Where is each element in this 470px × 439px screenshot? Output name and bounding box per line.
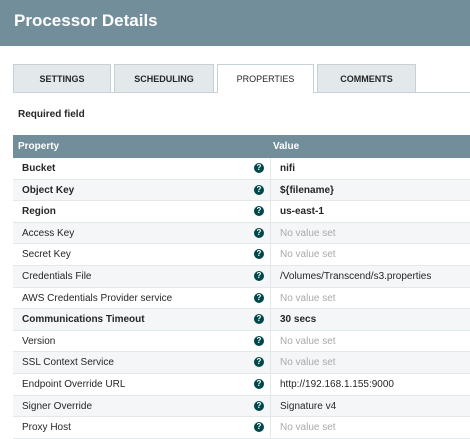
- tab-comments[interactable]: COMMENTS: [317, 64, 416, 92]
- table-row[interactable]: Credentials File? /Volumes/Transcend/s3.p…: [13, 265, 470, 288]
- property-value[interactable]: ${filename}: [280, 185, 334, 196]
- table-row[interactable]: AWS Credentials Provider service? No valu…: [13, 287, 470, 310]
- help-icon[interactable]: ?: [254, 206, 264, 217]
- table-row[interactable]: Access Key? No value set: [13, 222, 470, 245]
- help-icon[interactable]: ?: [254, 270, 264, 281]
- table-row[interactable]: Communications Timeout? 30 secs: [13, 309, 470, 331]
- property-name: Access Key: [22, 227, 75, 239]
- tab-properties[interactable]: PROPERTIES: [217, 64, 314, 93]
- tab-bar: SETTINGS SCHEDULING PROPERTIES COMMENTS: [13, 64, 470, 93]
- column-divider: [270, 417, 271, 438]
- property-name: Signer Override: [22, 400, 93, 412]
- table-row[interactable]: SSL Context Service? No value set: [13, 352, 470, 374]
- column-divider: [270, 158, 271, 179]
- required-field-legend: Required field: [18, 109, 85, 120]
- column-divider: [270, 287, 271, 309]
- tab-settings[interactable]: SETTINGS: [13, 64, 111, 92]
- property-name: Endpoint Override URL: [22, 378, 126, 390]
- property-value[interactable]: No value set: [280, 249, 336, 260]
- help-icon[interactable]: ?: [254, 249, 264, 260]
- table-row[interactable]: Secret Key? No value set: [13, 244, 470, 266]
- column-divider: [270, 222, 271, 244]
- property-name: Bucket: [22, 163, 56, 174]
- help-icon[interactable]: ?: [254, 227, 264, 238]
- column-divider: [270, 373, 271, 395]
- column-divider: [270, 244, 271, 265]
- help-icon[interactable]: ?: [254, 314, 264, 325]
- property-value[interactable]: Signature v4: [280, 401, 336, 412]
- table-row[interactable]: Region? us-east-1: [13, 201, 470, 223]
- property-name: Region: [22, 206, 56, 218]
- column-header-property[interactable]: Property: [18, 141, 59, 152]
- help-icon[interactable]: ?: [254, 357, 264, 368]
- property-name: AWS Credentials Provider service: [22, 292, 173, 304]
- property-value[interactable]: No value set: [280, 228, 336, 239]
- property-name: Version: [22, 335, 56, 347]
- table-row[interactable]: Endpoint Override URL? http://192.168.1.1…: [13, 373, 470, 396]
- property-value[interactable]: /Volumes/Transcend/s3.properties: [280, 271, 431, 282]
- column-divider: [270, 309, 271, 330]
- help-icon[interactable]: ?: [254, 335, 264, 346]
- property-name: Credentials File: [22, 270, 92, 282]
- column-header-value[interactable]: Value: [273, 141, 299, 152]
- table-row[interactable]: Object Key? ${filename}: [13, 179, 470, 202]
- property-value[interactable]: nifi: [280, 163, 295, 174]
- property-value[interactable]: http://192.168.1.155:9000: [280, 379, 394, 390]
- help-icon[interactable]: ?: [254, 422, 264, 433]
- property-value[interactable]: No value set: [280, 336, 336, 347]
- table-header: Property Value: [13, 135, 470, 158]
- table-row[interactable]: Bucket? nifi: [13, 158, 470, 180]
- column-divider: [270, 265, 271, 287]
- property-name: SSL Context Service: [22, 357, 114, 369]
- help-icon[interactable]: ?: [254, 163, 264, 173]
- property-value[interactable]: No value set: [280, 293, 336, 304]
- table-row[interactable]: Proxy Host? No value set: [13, 417, 470, 439]
- help-icon[interactable]: ?: [254, 400, 264, 411]
- property-value[interactable]: us-east-1: [280, 206, 324, 217]
- property-name: Communications Timeout: [22, 314, 145, 326]
- property-value[interactable]: No value set: [280, 357, 336, 368]
- property-name: Object Key: [22, 184, 75, 196]
- column-divider: [270, 201, 271, 222]
- dialog-title: Processor Details: [14, 11, 158, 30]
- help-icon[interactable]: ?: [254, 184, 264, 195]
- column-divider: [270, 179, 271, 201]
- property-name: Secret Key: [22, 249, 71, 261]
- property-value[interactable]: 30 secs: [280, 314, 316, 325]
- property-name: Proxy Host: [22, 422, 71, 434]
- properties-table: Property Value Bucket? nifi Object Key? ${f…: [13, 135, 470, 439]
- dialog-header: Processor Details: [0, 0, 470, 46]
- property-value[interactable]: No value set: [280, 422, 336, 433]
- table-body: Bucket? nifi Object Key? ${filename} Region?…: [13, 158, 470, 439]
- table-row[interactable]: Version? No value set: [13, 330, 470, 353]
- help-icon[interactable]: ?: [254, 378, 264, 389]
- help-icon[interactable]: ?: [254, 292, 264, 303]
- table-row[interactable]: Signer Override? Signature v4: [13, 395, 470, 418]
- column-divider: [270, 330, 271, 352]
- tab-scheduling[interactable]: SCHEDULING: [114, 64, 214, 92]
- column-divider: [270, 395, 271, 417]
- column-divider: [270, 352, 271, 373]
